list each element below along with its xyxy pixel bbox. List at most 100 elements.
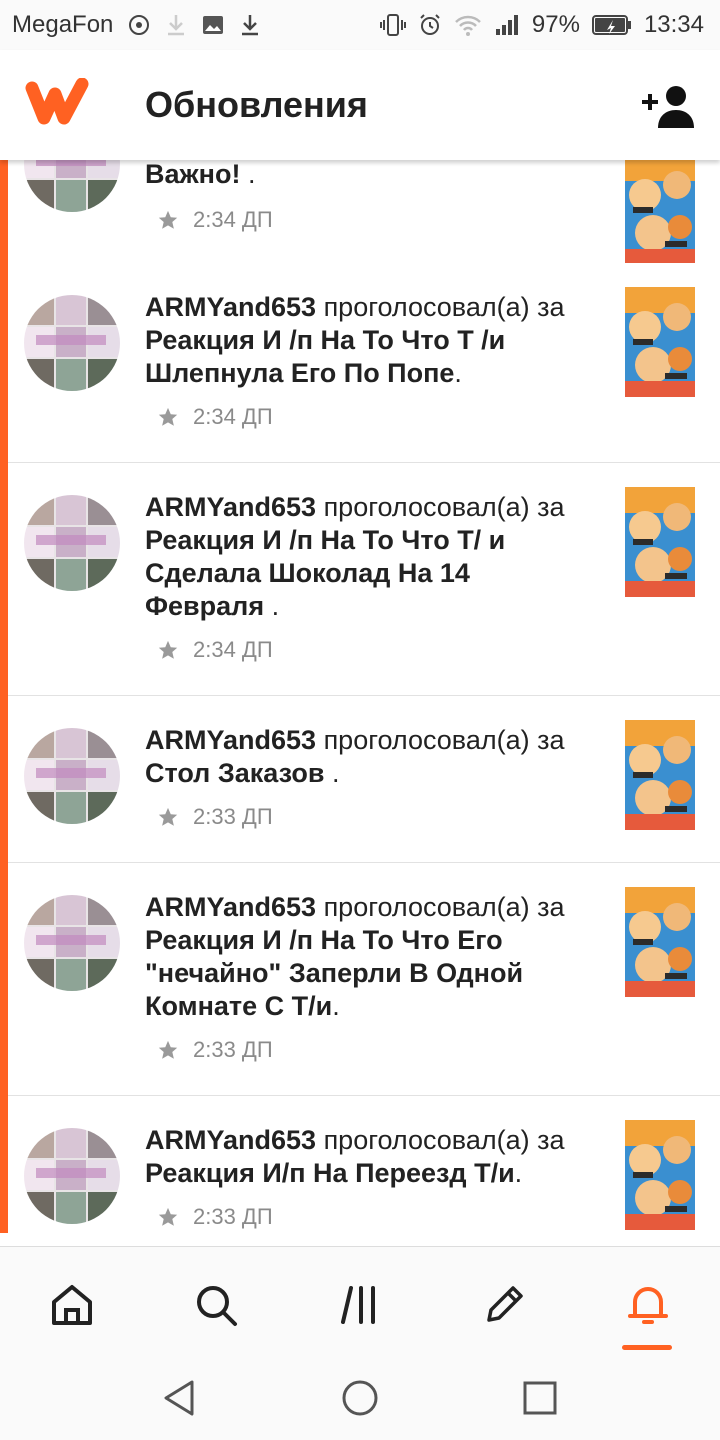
status-bar: MegaFon 97% 13:34: [0, 0, 720, 50]
list-item[interactable]: ARMYand653 проголосовал(а) за Реакция И/…: [8, 1096, 720, 1246]
wattpad-logo-icon[interactable]: [24, 77, 90, 131]
activity-meta: 2:33 ДП: [157, 1204, 273, 1230]
download-icon: [239, 13, 261, 37]
library-icon: [341, 1286, 375, 1324]
add-user-icon: [642, 86, 694, 128]
accent-bar: [0, 160, 8, 1233]
system-back-button[interactable]: [158, 1376, 202, 1420]
timestamp: 2:33 ДП: [193, 1204, 273, 1229]
download-gray-icon: [165, 13, 187, 37]
activity-meta: 2:34 ДП: [157, 404, 273, 430]
star-icon: [158, 1207, 178, 1226]
user-name[interactable]: ARMYand653: [145, 1125, 316, 1155]
story-cover[interactable]: [625, 487, 695, 597]
activity-text: ARMYand653 проголосовал(а) за Реакция И …: [145, 491, 585, 623]
text-suffix: .: [324, 758, 340, 788]
user-name[interactable]: ARMYand653: [145, 292, 316, 322]
text-suffix: .: [264, 591, 280, 621]
text-suffix: .: [514, 1158, 523, 1188]
action-text: проголосовал(а) за: [316, 892, 565, 922]
user-name[interactable]: ARMYand653: [145, 492, 316, 522]
star-icon: [158, 407, 178, 426]
story-title[interactable]: Реакция И /п На То Что Т/ и Сделала Шоко…: [145, 525, 505, 621]
signal-icon: [494, 13, 520, 37]
timestamp: 2:33 ДП: [193, 804, 273, 829]
avatar: [24, 295, 120, 391]
star-icon: [158, 210, 178, 229]
home-circle-icon: [342, 1380, 378, 1416]
activity-meta: 2:33 ДП: [157, 804, 273, 830]
story-cover[interactable]: [625, 160, 695, 265]
list-item[interactable]: ARMYand653 проголосовал(а) за Реакция И …: [8, 263, 720, 463]
avatar: [24, 895, 120, 991]
list-item[interactable]: ARMYand653 проголосовал(а) за Реакция И …: [8, 863, 720, 1096]
timestamp: 2:33 ДП: [193, 1037, 273, 1062]
story-title[interactable]: Реакция И/п На Переезд Т/и: [145, 1158, 515, 1188]
activity-text: ARMYand653 проголосовал(а) за Реакция И …: [145, 291, 585, 390]
avatar: [24, 1128, 120, 1224]
activity-meta: 2:33 ДП: [157, 1037, 273, 1063]
recents-icon: [523, 1381, 557, 1415]
back-icon: [164, 1380, 194, 1416]
nav-write-button[interactable]: [474, 1275, 534, 1335]
list-item[interactable]: Важно! . 2:34 ДП: [8, 160, 720, 265]
add-user-button[interactable]: [640, 84, 696, 133]
activity-meta: 2:34 ДП: [157, 207, 273, 233]
home-icon: [52, 1285, 92, 1325]
activity-text: Важно! .: [145, 160, 585, 191]
avatar: [24, 495, 120, 591]
text-suffix: .: [240, 160, 256, 189]
story-cover[interactable]: [625, 720, 695, 830]
activity-text: ARMYand653 проголосовал(а) за Реакция И …: [145, 891, 585, 1023]
story-cover[interactable]: [625, 887, 695, 997]
text-suffix: .: [332, 991, 340, 1021]
activity-text: ARMYand653 проголосовал(а) за Стол Заказ…: [145, 724, 585, 790]
story-title[interactable]: Стол Заказов: [145, 758, 324, 788]
user-name[interactable]: ARMYand653: [145, 725, 316, 755]
wifi-icon: [454, 13, 482, 37]
nav-home-button[interactable]: [42, 1275, 102, 1335]
story-title[interactable]: Реакция И /п На То Что Т /и Шлепнула Его…: [145, 325, 505, 388]
timestamp: 2:34 ДП: [193, 637, 273, 662]
nav-library-button[interactable]: [332, 1275, 392, 1335]
image-icon: [201, 13, 225, 37]
action-text: проголосовал(а) за: [316, 292, 565, 322]
action-text: проголосовал(а) за: [316, 492, 565, 522]
list-item[interactable]: ARMYand653 проголосовал(а) за Стол Заказ…: [8, 696, 720, 863]
timestamp: 2:34 ДП: [193, 207, 273, 232]
timestamp: 2:34 ДП: [193, 404, 273, 429]
story-cover[interactable]: [625, 1120, 695, 1230]
action-text: проголосовал(а) за: [316, 1125, 565, 1155]
story-cover[interactable]: [625, 287, 695, 397]
hotspot-icon: [127, 13, 151, 37]
battery-icon: [591, 14, 632, 36]
user-name[interactable]: ARMYand653: [145, 892, 316, 922]
avatar: [24, 728, 120, 824]
nav-search-button[interactable]: [186, 1275, 246, 1335]
vibrate-icon: [379, 13, 406, 37]
app-header: Обновления: [0, 50, 720, 160]
bottom-navigation: [0, 1246, 720, 1357]
avatar: [24, 160, 120, 212]
star-icon: [158, 1040, 178, 1059]
system-navigation: [0, 1356, 720, 1440]
system-home-button[interactable]: [338, 1376, 382, 1420]
clock: 13:34: [643, 11, 704, 38]
notifications-icon: [628, 1287, 668, 1324]
search-icon: [197, 1286, 237, 1326]
star-icon: [158, 807, 178, 826]
page-title: Обновления: [145, 84, 368, 125]
write-icon: [487, 1286, 523, 1322]
active-tab-indicator: [622, 1345, 672, 1350]
activity-text: ARMYand653 проголосовал(а) за Реакция И/…: [145, 1124, 585, 1190]
system-recents-button[interactable]: [518, 1376, 562, 1420]
list-item[interactable]: ARMYand653 проголосовал(а) за Реакция И …: [8, 463, 720, 696]
battery-percent: 97%: [531, 11, 580, 38]
nav-notifications-button[interactable]: [618, 1275, 678, 1335]
action-text: проголосовал(а) за: [316, 725, 565, 755]
text-suffix: .: [454, 358, 462, 388]
story-title[interactable]: Важно!: [145, 160, 240, 189]
carrier-name: MegaFon: [12, 11, 114, 38]
star-icon: [158, 640, 178, 659]
activity-meta: 2:34 ДП: [157, 637, 273, 663]
